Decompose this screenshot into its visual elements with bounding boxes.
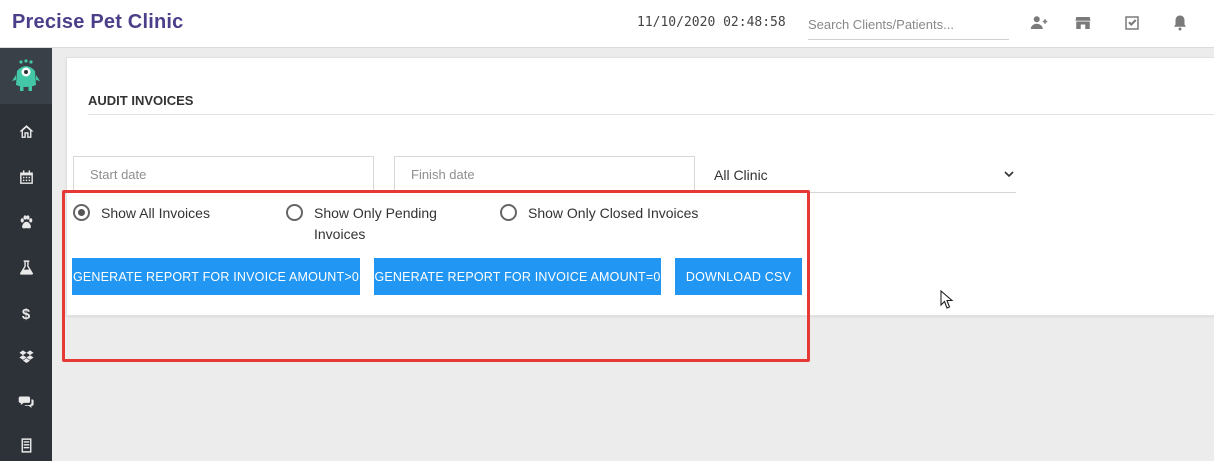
calendar-icon [18,169,35,191]
page-title: AUDIT INVOICES [88,93,194,108]
highlight-box [62,190,810,362]
store-icon[interactable] [1072,12,1094,34]
dollar-icon: $ [21,305,31,323]
add-client-icon[interactable] [1028,12,1050,34]
chevron-down-icon [1004,171,1014,178]
sidebar-item-billing[interactable]: $ [0,292,52,336]
sidebar-item-lab[interactable] [0,248,52,292]
finish-date-input[interactable] [394,156,695,192]
dropbox-icon [18,349,35,371]
document-icon [18,437,35,459]
paw-icon [18,214,35,236]
top-bar: Precise Pet Clinic 11/10/2020 02:48:58 [0,0,1214,48]
sidebar-item-patients[interactable] [0,203,52,247]
datetime-display: 11/10/2020 02:48:58 [637,15,786,30]
checkbox-icon[interactable] [1121,12,1143,34]
monster-logo-icon[interactable] [0,48,52,104]
sidebar-item-calendar[interactable] [0,158,52,202]
clinic-select-value: All Clinic [714,167,768,183]
sidebar: $ [0,48,52,461]
title-divider [88,114,1214,115]
app-title[interactable]: Precise Pet Clinic [12,11,183,34]
search-input[interactable] [808,9,1009,40]
sidebar-item-messages[interactable] [0,382,52,426]
flask-icon [18,259,35,281]
mouse-cursor-icon [940,290,954,309]
sidebar-item-home[interactable] [0,112,52,156]
sidebar-item-reports[interactable] [0,426,52,461]
start-date-input[interactable] [73,156,374,192]
bell-icon[interactable] [1169,12,1191,34]
chat-icon [18,393,35,415]
sidebar-item-inventory[interactable] [0,338,52,382]
clinic-select[interactable]: All Clinic [704,156,1016,193]
home-icon [18,123,35,145]
